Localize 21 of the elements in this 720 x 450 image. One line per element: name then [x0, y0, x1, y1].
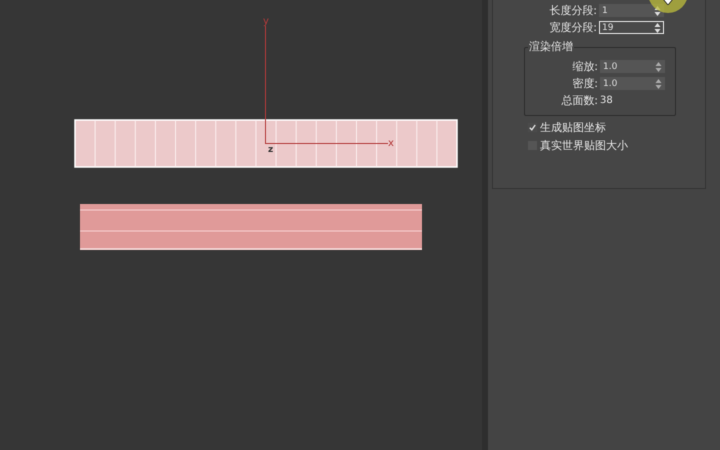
- checkbox[interactable]: [528, 123, 537, 132]
- spinner-field[interactable]: 1.0: [600, 60, 665, 73]
- checkbox-label[interactable]: 真实世界贴图大小: [540, 138, 628, 153]
- spinner-arrows-icon[interactable]: [654, 22, 661, 32]
- group-title: 渲染倍增: [528, 39, 574, 54]
- axis-label: z: [268, 145, 274, 155]
- spinner-field[interactable]: 1: [599, 4, 664, 17]
- spinner-field[interactable]: 19: [599, 21, 664, 34]
- checkmark-icon: [529, 124, 536, 131]
- axis-label: y: [263, 16, 269, 27]
- checkbox-label[interactable]: 生成贴图坐标: [540, 120, 606, 135]
- field-label: 总面数:: [560, 93, 599, 108]
- field-label: 缩放:: [571, 59, 599, 74]
- axis-label: x: [388, 138, 394, 149]
- spinner-field[interactable]: 1.0: [600, 77, 665, 90]
- face-count: 38: [600, 95, 613, 106]
- spinner-arrows-icon[interactable]: [655, 78, 662, 88]
- spinner-arrows-icon[interactable]: [655, 62, 662, 72]
- field-label: 长度分段:: [548, 3, 598, 18]
- field-label: 宽度分段:: [548, 20, 598, 35]
- field-label: 密度:: [571, 76, 599, 91]
